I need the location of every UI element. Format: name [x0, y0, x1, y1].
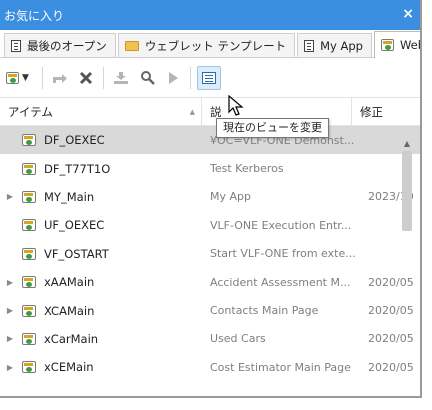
tab-web-pages[interactable]: Web ページ	[373, 31, 420, 58]
tab-label: Web ページ	[399, 38, 420, 52]
tab-weblet-templates[interactable]: ウェブレット テンプレート	[117, 33, 296, 57]
tab-my-app[interactable]: My App	[297, 33, 372, 57]
web-page-icon	[22, 361, 36, 374]
web-page-icon	[22, 276, 36, 289]
list-item[interactable]: ▶ XCAMain Contacts Main Page 2020/05	[0, 296, 420, 324]
item-name: DF_OEXEC	[44, 133, 105, 148]
toolbar-divider	[103, 66, 104, 89]
column-header-modified[interactable]: 修正	[352, 98, 420, 125]
list-view-icon	[202, 71, 216, 84]
toolbar-divider	[190, 66, 191, 89]
list-item[interactable]: ▶ MY_Main My App 2023/10	[0, 183, 420, 211]
scroll-up-icon[interactable]: ▲	[400, 137, 414, 151]
item-description: Cost Estimator Main Page	[210, 360, 351, 374]
web-page-icon	[22, 190, 36, 203]
list-item[interactable]: DF_OEXEC ¥OC=VLF-ONE Demonst...	[0, 126, 420, 155]
item-name: DF_T77T1O	[44, 161, 111, 176]
column-label: アイテム	[8, 104, 53, 119]
mouse-cursor-icon	[228, 95, 244, 116]
chevron-down-icon: ▼	[22, 72, 29, 83]
close-icon[interactable]: ×	[402, 6, 414, 22]
item-description: VLF-ONE Execution Entr...	[210, 218, 352, 232]
item-name: xCarMain	[44, 331, 99, 346]
toolbar: ▼	[0, 58, 420, 98]
web-page-icon	[22, 304, 36, 317]
item-name: XCAMain	[44, 303, 95, 318]
folder-icon	[124, 40, 139, 51]
scroll-thumb[interactable]	[402, 151, 412, 231]
change-view-button[interactable]	[197, 65, 221, 90]
item-name: xCEMain	[44, 360, 94, 375]
item-description: My App	[210, 190, 251, 204]
tab-recent[interactable]: 最後のオープン	[4, 33, 116, 57]
tab-label: ウェブレット テンプレート	[144, 38, 287, 53]
column-header-item[interactable]: アイテム ▲	[0, 98, 202, 125]
toolbar-divider	[42, 66, 43, 89]
import-icon	[114, 71, 128, 84]
chevron-right-icon[interactable]: ▶	[2, 334, 18, 343]
list-item[interactable]: DF_T77T1O Test Kerberos	[0, 154, 420, 182]
list-item[interactable]: ▶ xCEMain Cost Estimator Main Page 2020/…	[0, 353, 420, 381]
item-description: Contacts Main Page	[210, 304, 319, 318]
item-name: MY_Main	[44, 189, 95, 204]
vertical-scrollbar[interactable]: ▲	[400, 137, 414, 395]
document-icon	[11, 39, 21, 52]
document-icon	[304, 39, 315, 52]
item-description: Used Cars	[210, 332, 266, 346]
run-icon	[169, 71, 178, 84]
chevron-right-icon[interactable]: ▶	[2, 306, 18, 315]
favorites-window: お気に入り × 最後のオープン ウェブレット テンプレート My App Web…	[0, 0, 422, 398]
item-name: xAAMain	[44, 275, 95, 290]
window-title: お気に入り	[4, 8, 65, 23]
tab-label: My App	[320, 38, 363, 53]
move-button[interactable]	[49, 67, 71, 89]
search-button[interactable]	[136, 67, 158, 89]
delete-icon	[79, 71, 93, 84]
item-list: DF_OEXEC ¥OC=VLF-ONE Demonst... DF_T77T1…	[0, 126, 420, 386]
web-page-icon	[6, 71, 19, 84]
web-page-icon	[22, 247, 36, 260]
web-page-icon	[380, 39, 394, 51]
web-page-icon	[22, 219, 36, 232]
search-icon	[140, 71, 155, 85]
item-description: Test Kerberos	[210, 162, 284, 176]
item-name: VF_OSTART	[44, 246, 109, 261]
column-label: 修正	[360, 104, 383, 119]
chevron-right-icon[interactable]: ▶	[2, 278, 18, 287]
title-bar: お気に入り ×	[0, 0, 420, 30]
list-item[interactable]: ▶ xCarMain Used Cars 2020/05	[0, 325, 420, 353]
tab-label: 最後のオープン	[27, 38, 107, 53]
item-description: Accident Assessment M...	[210, 275, 351, 289]
list-item[interactable]: VF_OSTART Start VLF-ONE from exte...	[0, 240, 420, 268]
list-item[interactable]: UF_OEXEC VLF-ONE Execution Entr...	[0, 211, 420, 239]
chevron-right-icon[interactable]: ▶	[2, 363, 18, 372]
delete-button[interactable]	[75, 67, 97, 89]
list-item[interactable]: ▶ xAAMain Accident Assessment M... 2020/…	[0, 268, 420, 296]
web-page-dropdown-button[interactable]: ▼	[6, 67, 36, 89]
web-page-icon	[22, 162, 36, 175]
list-header: アイテム ▲ 説 修正	[0, 98, 420, 126]
move-icon	[53, 73, 67, 83]
run-button[interactable]	[162, 67, 184, 89]
web-page-icon	[22, 134, 36, 147]
tooltip: 現在のビューを変更	[216, 118, 329, 138]
import-button[interactable]	[110, 67, 132, 89]
chevron-right-icon[interactable]: ▶	[2, 192, 18, 201]
tab-strip: 最後のオープン ウェブレット テンプレート My App Web ページ	[0, 30, 420, 58]
item-description: Start VLF-ONE from exte...	[210, 247, 356, 261]
web-page-icon	[22, 332, 36, 345]
item-name: UF_OEXEC	[44, 218, 105, 233]
sort-icon: ▲	[189, 108, 195, 116]
